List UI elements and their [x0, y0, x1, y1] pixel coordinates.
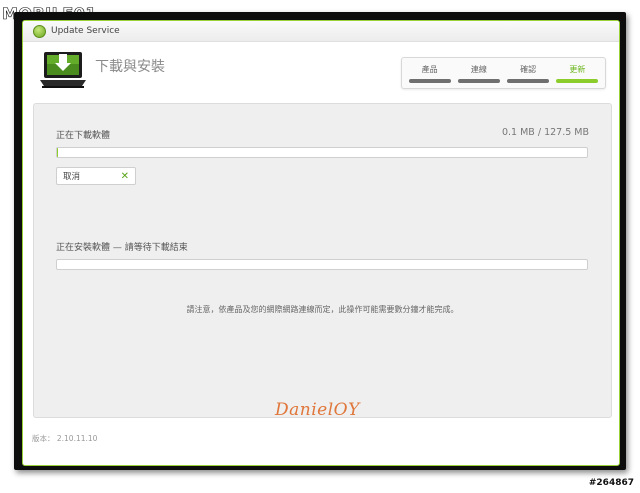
app-logo-icon	[33, 24, 46, 38]
cancel-button-label: 取消	[63, 172, 81, 182]
install-label: 正在安裝軟體 — 請等待下載結束	[56, 243, 188, 253]
main-panel: 正在下載軟體 0.1 MB / 127.5 MB 取消 ✕ 正在安裝軟體 — 請…	[33, 103, 612, 418]
window-title: Update Service	[51, 26, 120, 36]
page-title: 下載與安裝	[95, 59, 165, 75]
step-bar	[507, 78, 550, 83]
download-progress-bar	[56, 147, 588, 158]
step-label: 連線	[470, 64, 487, 74]
step-indicator: 產品 連線 確認 更新	[401, 57, 606, 89]
step-update: 更新	[555, 64, 599, 83]
step-label: 更新	[569, 64, 586, 74]
step-connect: 連線	[457, 64, 501, 83]
step-bar	[556, 78, 599, 83]
author-signature: DanielOY	[275, 400, 360, 420]
step-label: 產品	[421, 64, 438, 74]
laptop-download-icon	[40, 52, 86, 88]
download-label: 正在下載軟體	[56, 131, 111, 141]
download-progress-fill	[57, 148, 58, 157]
update-service-window: Update Service 下載與安裝 產品 連線 確認 更新 正在下載軟體 …	[22, 20, 620, 466]
step-label: 確認	[520, 64, 537, 74]
step-product: 產品	[408, 64, 452, 83]
image-id-watermark: #264867	[588, 478, 634, 488]
step-bar	[408, 78, 451, 83]
title-bar: Update Service	[23, 21, 619, 42]
header: 下載與安裝 產品 連線 確認 更新	[23, 42, 619, 102]
step-bar	[457, 78, 500, 83]
version-text: 版本： 2.10.11.10	[32, 434, 98, 443]
close-icon: ✕	[120, 170, 129, 182]
install-progress-bar	[56, 259, 588, 270]
download-size-text: 0.1 MB / 127.5 MB	[501, 127, 589, 138]
step-confirm: 確認	[506, 64, 550, 83]
cancel-button[interactable]: 取消 ✕	[56, 167, 136, 185]
notice-text: 請注意，依產品及您的網際網路連線而定，此操作可能需要數分鐘才能完成。	[186, 305, 459, 314]
